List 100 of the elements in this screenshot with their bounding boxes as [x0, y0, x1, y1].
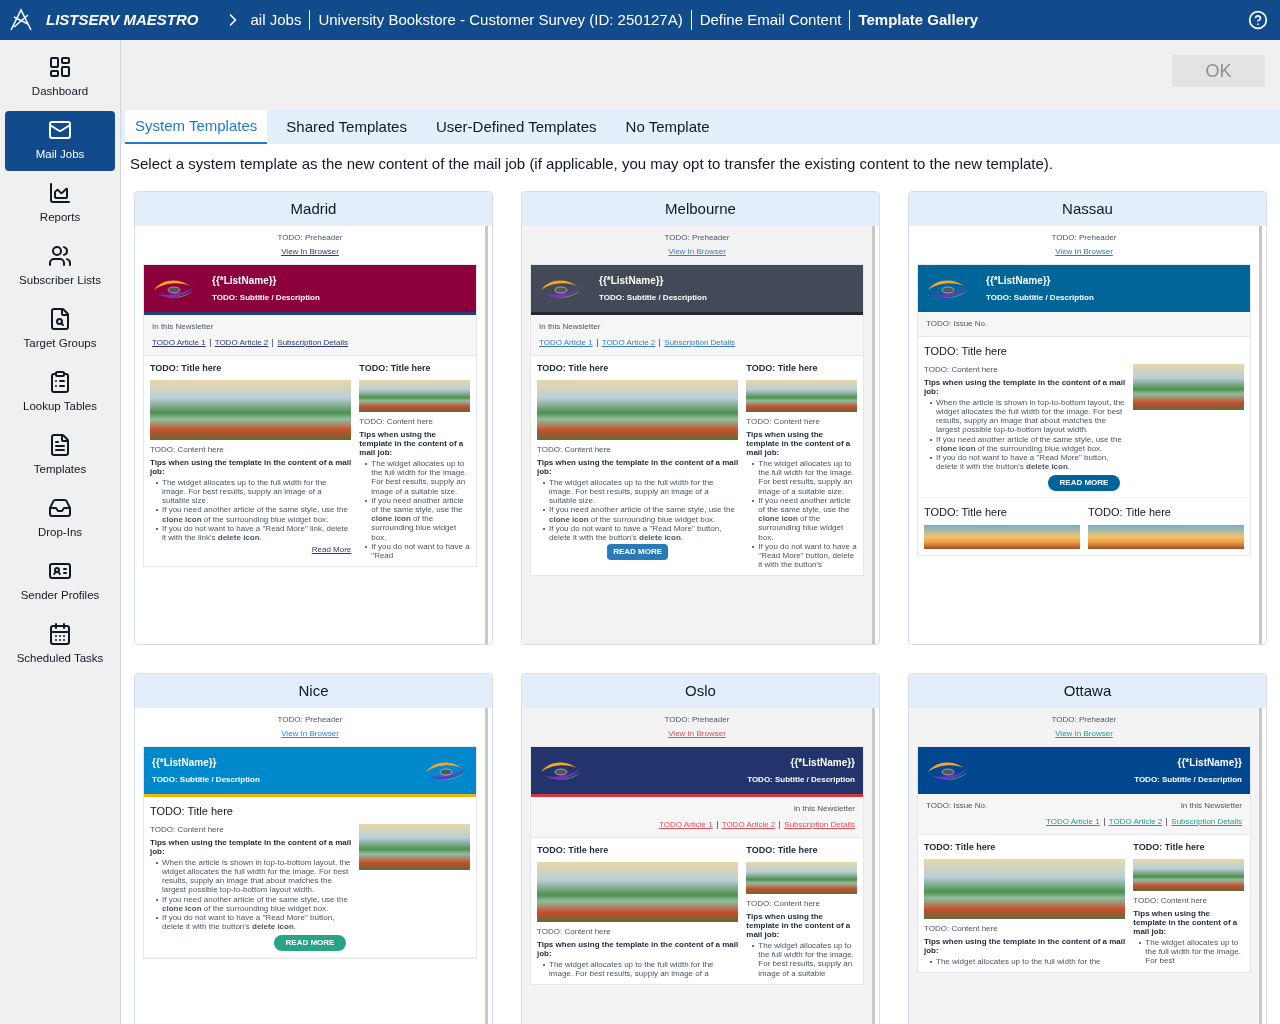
template-name: Melbourne: [522, 191, 879, 226]
template-name: Nassau: [909, 191, 1266, 226]
article-content: TODO: Content here: [746, 897, 821, 910]
sidebar-item[interactable]: Subscriber Lists: [5, 237, 115, 297]
subtitle: TODO: Subtitle / Description: [152, 774, 260, 786]
tips-heading: Tips when using the template in the content of a mail job:: [537, 939, 739, 958]
read-more-link[interactable]: Read More: [311, 544, 352, 557]
sidebar-item[interactable]: Drop-Ins: [5, 489, 115, 549]
clipboard-icon: [48, 370, 72, 395]
read-more-button[interactable]: READ MORE: [607, 544, 669, 561]
article-content: TODO: Content here: [924, 922, 999, 935]
article-title: TODO: Title here: [1088, 505, 1172, 521]
article-title: TODO: Title here: [150, 362, 223, 375]
breadcrumb-link[interactable]: Define Email Content: [699, 8, 842, 32]
tip-text: If you do not want to have a "Read More" button, delete it with the button's: [758, 541, 857, 570]
article-title: TODO: Title here: [537, 844, 610, 857]
sidebar-item[interactable]: Dashboard: [5, 48, 115, 108]
article-content: TODO: Content here: [537, 925, 612, 938]
tip-text: If you need another article of the same style, use the clone icon of the surrounding blue widget box.: [371, 495, 465, 542]
list-name: {{*ListName}}: [599, 274, 665, 288]
help-icon[interactable]: [1248, 10, 1268, 30]
tip-text: If you do not want to have a "Read: [371, 541, 470, 561]
article-content: TODO: Content here: [924, 363, 999, 376]
view-in-browser-link[interactable]: View In Browser: [1055, 246, 1113, 258]
sidebar-item[interactable]: Target Groups: [5, 300, 115, 360]
contents-heading: In this Newsletter: [1180, 800, 1242, 812]
article-link[interactable]: Subscription Details: [277, 337, 348, 349]
logo-icon: [8, 7, 34, 33]
article-title: TODO: Title here: [359, 362, 432, 375]
view-in-browser-link[interactable]: View In Browser: [281, 728, 339, 740]
article-link[interactable]: TODO Article 1: [659, 819, 713, 831]
tip-text: When the article is shown in top-to-bottom layout, the widget allocates the full width for the image. For best results, supply an image that about matches the largest possible top-to-bottom layout width.: [936, 397, 1126, 435]
tips-heading: Tips when using the template in the content of a mail job:: [924, 377, 1126, 396]
article-title: TODO: Title here: [924, 344, 1008, 359]
tips-heading: Tips when using the template in the content of a mail job:: [746, 911, 852, 940]
file-icon: [48, 433, 72, 458]
breadcrumb-link[interactable]: University Bookstore - Customer Survey (ID: 250127A): [318, 8, 683, 32]
breadcrumb-link[interactable]: ail Jobs: [250, 8, 302, 32]
dashboard-icon: [48, 55, 72, 80]
app-title: LISTSERV MAESTRO: [46, 9, 199, 30]
issue-number: TODO: Issue No.: [926, 318, 988, 330]
view-in-browser-link[interactable]: View In Browser: [668, 728, 726, 740]
search-icon: [48, 307, 72, 332]
contents-heading: In this Newsletter: [152, 321, 214, 333]
list-name: {{*ListName}}: [986, 274, 1052, 288]
calendar-icon: [48, 622, 72, 647]
read-more-button[interactable]: READ MORE: [1047, 475, 1121, 492]
view-in-browser-link[interactable]: View In Browser: [281, 246, 339, 258]
sidebar-item[interactable]: Templates: [5, 426, 115, 486]
article-link[interactable]: Subscription Details: [664, 337, 735, 349]
sidebar-item[interactable]: Reports: [5, 174, 115, 234]
preheader: TODO: Preheader: [277, 232, 343, 244]
article-title: TODO: Title here: [924, 505, 1008, 521]
article-title: TODO: Title here: [924, 841, 997, 854]
list-name: {{*ListName}}: [1177, 756, 1242, 770]
article-title: TODO: Title here: [150, 804, 234, 819]
article-title: TODO: Title here: [1133, 841, 1206, 854]
tip-text: If you need another article of the same style, use the clone icon of the surrounding blue widget box.: [162, 505, 349, 524]
article-link[interactable]: TODO Article 2: [721, 819, 776, 831]
article-content: TODO: Content here: [359, 415, 434, 428]
sidebar-item[interactable]: Mail Jobs: [5, 111, 115, 171]
preheader: TODO: Preheader: [1051, 232, 1117, 244]
tip-text: If you do not want to have a "Read More" button, delete it with the button's delete icon.: [936, 453, 1110, 472]
sidebar-item[interactable]: Lookup Tables: [5, 363, 115, 423]
article-link[interactable]: Subscription Details: [784, 819, 855, 831]
breadcrumb-link[interactable]: Template Gallery: [858, 8, 979, 32]
subtitle: TODO: Subtitle / Description: [1134, 774, 1242, 786]
tip-text: The widget allocates up to the full width for the image. For best results, supply an image of a suitable size.: [549, 477, 715, 506]
tip-text: If you do not want to have a "Read More" link, delete it with the link's delete icon.: [162, 523, 350, 543]
sidebar-item[interactable]: Sender Profiles: [5, 552, 115, 612]
chart-icon: [48, 181, 72, 206]
article-link[interactable]: TODO Article 2: [601, 337, 656, 349]
tip-text: The widget allocates up to the full width for the image. For best results, supply an image of a suitable size.: [371, 459, 468, 496]
template-name: Ottawa: [909, 673, 1266, 708]
tab[interactable]: System Templates: [125, 110, 268, 144]
tab[interactable]: User-Defined Templates: [425, 110, 607, 144]
article-link[interactable]: TODO Article 2: [214, 337, 269, 349]
tip-text: The widget allocates up to the full width for the image. For best results, supply an image of a suitable size.: [162, 477, 328, 506]
subtitle: TODO: Subtitle / Description: [212, 292, 320, 304]
view-in-browser-link[interactable]: View In Browser: [668, 246, 726, 258]
tip-text: The widget allocates up to the full width for the image. For best results, supply an image of a suitable: [758, 941, 855, 978]
tips-heading: Tips when using the template in the content of a mail job:: [150, 837, 352, 856]
tips-heading: Tips when using the template in the content of a mail job:: [359, 429, 465, 458]
tips-heading: Tips when using the template in the content of a mail job:: [746, 429, 852, 458]
tip-text: If you need another article of the same style, use the clone icon of the surrounding blue widget box.: [936, 434, 1123, 453]
preheader: TODO: Preheader: [1051, 714, 1117, 726]
preheader: TODO: Preheader: [664, 714, 730, 726]
tip-text: If you do not want to have a "Read More" button, delete it with the button's delete icon.: [549, 523, 723, 543]
list-name: {{*ListName}}: [790, 756, 855, 770]
tab[interactable]: No Template: [615, 110, 720, 144]
article-content: TODO: Content here: [1133, 894, 1208, 907]
article-link[interactable]: TODO Article 1: [539, 337, 593, 349]
sidebar-item[interactable]: Scheduled Tasks: [5, 615, 115, 675]
description-text: Select a system template as the new content of the mail job (if applicable, you may opt to transfer the existing content to the new template).: [129, 154, 1054, 174]
list-name: {{*ListName}}: [152, 756, 218, 770]
tip-text: If you need another article of the same style, use the clone icon of the surrounding blue widget box.: [162, 894, 349, 913]
subtitle: TODO: Subtitle / Description: [747, 774, 855, 786]
article-link[interactable]: TODO Article 1: [152, 337, 206, 349]
tip-text: The widget allocates up to the full width for the image. For best results, supply an image of a: [549, 959, 715, 979]
tab[interactable]: Shared Templates: [276, 110, 417, 144]
